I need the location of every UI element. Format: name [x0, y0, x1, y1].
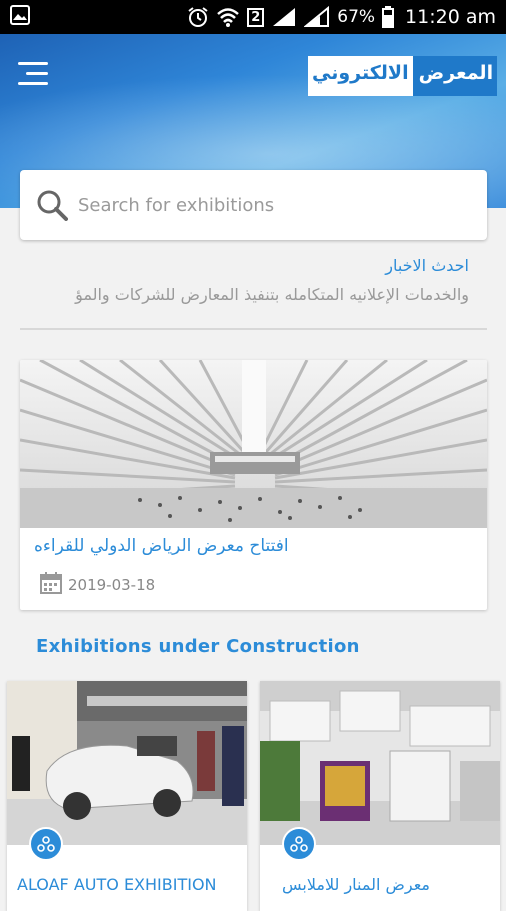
- exhibition-name[interactable]: معرض المنار للاملابس: [268, 875, 430, 894]
- news-card[interactable]: افتتاح معرض الرياض الدولي للقراءه 2019-0…: [20, 360, 487, 610]
- menu-icon-line: [18, 82, 48, 85]
- news-card-title[interactable]: افتتاح معرض الرياض الدولي للقراءه: [34, 536, 473, 556]
- search-input[interactable]: [78, 194, 458, 216]
- alarm-icon: [187, 6, 209, 28]
- exhibition-card[interactable]: معرض المنار للاملابس: [260, 681, 500, 911]
- latest-news-section: احدث الاخبار والخدمات الإعلانيه المتكامل…: [20, 242, 487, 330]
- news-ticker[interactable]: والخدمات الإعلانيه المتكامله بتنفيذ المع…: [38, 285, 469, 304]
- exhibition-image: [7, 681, 247, 845]
- sim-indicator: 2: [247, 7, 265, 27]
- exhibition-name[interactable]: ALOAF AUTO EXHIBITION: [17, 875, 237, 894]
- exhibition-image: [260, 681, 500, 845]
- exhibition-badge-icon: [29, 827, 63, 861]
- logo-part-1: المعرض: [412, 56, 498, 96]
- battery-icon: [382, 6, 395, 28]
- logo-part-2: الالكتروني: [308, 56, 413, 96]
- news-image: [20, 360, 487, 528]
- menu-icon-line: [18, 62, 48, 65]
- gallery-notification-icon: [10, 4, 30, 30]
- search-icon: [36, 189, 68, 221]
- section-title: Exhibitions under Construction: [36, 636, 360, 657]
- news-date-row: 2019-03-18: [40, 572, 155, 598]
- news-date: 2019-03-18: [68, 576, 156, 594]
- latest-news-title: احدث الاخبار: [385, 256, 469, 275]
- status-bar: 2 67% 11:20 am: [0, 0, 506, 34]
- battery-label: 67%: [337, 7, 376, 27]
- signal-icon: [271, 6, 297, 28]
- clock: 11:20 am: [405, 6, 496, 28]
- signal-icon-2: [304, 6, 330, 28]
- calendar-icon: [40, 572, 62, 598]
- wifi-icon: [216, 6, 240, 28]
- menu-button[interactable]: [18, 60, 50, 88]
- exhibition-card[interactable]: ALOAF AUTO EXHIBITION: [7, 681, 247, 911]
- search-bar[interactable]: [20, 170, 487, 240]
- app-logo: المعرض الالكتروني: [308, 56, 498, 96]
- menu-icon-line: [26, 72, 48, 75]
- exhibition-badge-icon: [282, 827, 316, 861]
